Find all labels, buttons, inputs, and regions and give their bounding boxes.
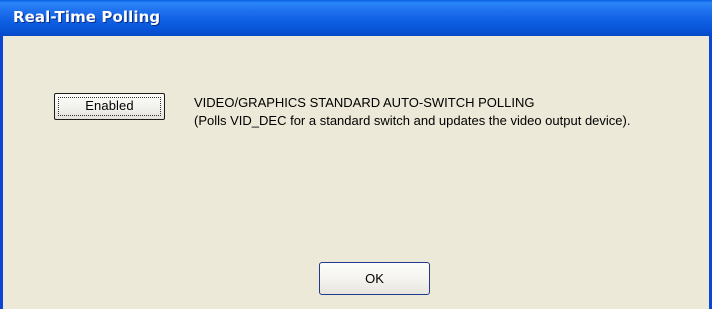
title-bar[interactable]: Real-Time Polling <box>0 0 712 36</box>
enabled-toggle-button[interactable]: Enabled <box>54 93 165 120</box>
polling-heading: VIDEO/GRAPHICS STANDARD AUTO-SWITCH POLL… <box>194 95 535 110</box>
polling-detail-text: (Polls VID_DEC for a standard switch and… <box>194 113 631 128</box>
window-title: Real-Time Polling <box>13 8 161 26</box>
enabled-toggle-label: Enabled <box>85 98 134 113</box>
ok-button-label: OK <box>365 271 384 286</box>
ok-button[interactable]: OK <box>319 262 430 295</box>
real-time-polling-dialog: Real-Time Polling Enabled VIDEO/GRAPHICS… <box>0 0 712 309</box>
polling-description: VIDEO/GRAPHICS STANDARD AUTO-SWITCH POLL… <box>194 94 714 130</box>
